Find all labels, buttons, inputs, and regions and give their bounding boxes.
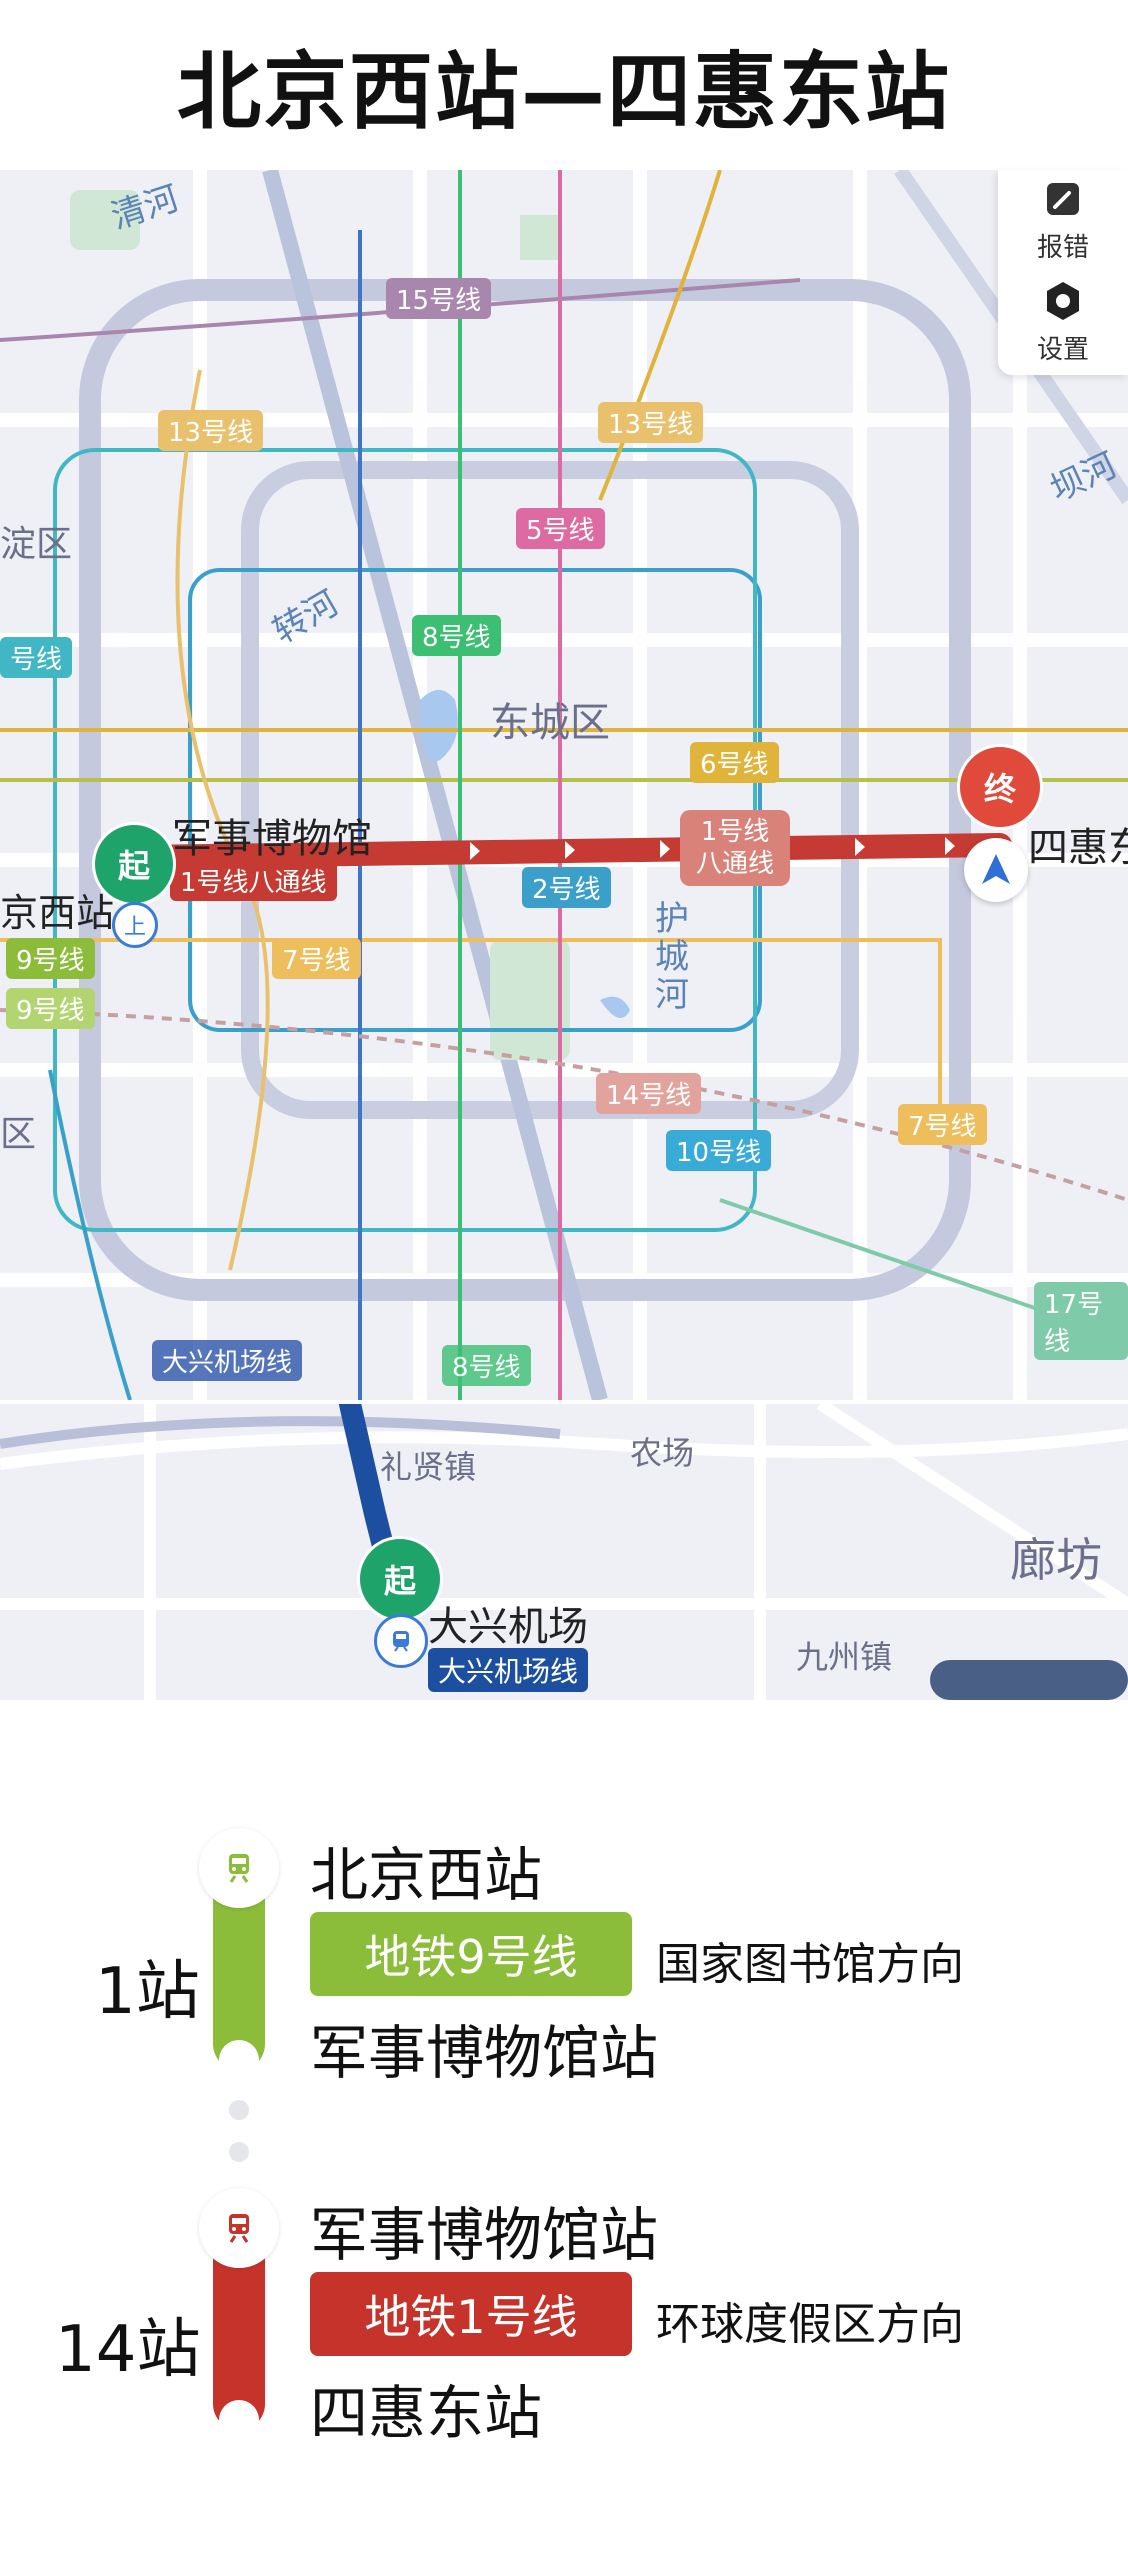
airport-station-label: 大兴机场: [428, 1604, 588, 1650]
district-label: 区: [0, 1114, 37, 1155]
map-scale-bar: [930, 1660, 1128, 1700]
segment-line-badge[interactable]: 地铁1号线: [310, 2272, 632, 2356]
start-station-label: 军事博物馆: [172, 816, 372, 862]
route-pill-line: 八通线: [695, 849, 774, 879]
page-title: 北京西站—四惠东站: [176, 42, 951, 141]
line-label: 号线: [0, 637, 73, 678]
segment-from-station: 军事博物馆站: [310, 2201, 659, 2269]
place-label: 九州镇: [796, 1638, 893, 1676]
line-label: 15号线: [386, 278, 492, 319]
line-label: 8号线: [412, 615, 501, 656]
map-side-panel: 报错 设置: [998, 170, 1128, 375]
gear-icon: [1047, 281, 1079, 320]
segment-from-station: 北京西站: [310, 1841, 543, 1909]
place-label: 礼贤镇: [380, 1448, 477, 1486]
report-button[interactable]: 报错: [998, 170, 1128, 270]
route-pill-line: 1号线: [700, 817, 770, 847]
line-label: 8号线: [442, 1345, 531, 1386]
river-label: 护城河: [655, 899, 689, 1015]
line-label: 6号线: [690, 742, 779, 783]
airport-start-badge-text: 起: [383, 1562, 416, 1600]
line-label: 7号线: [272, 938, 361, 979]
report-label: 报错: [1036, 232, 1089, 263]
district-label: 淀区: [0, 524, 73, 565]
segment-line-badge[interactable]: 地铁9号线: [310, 1912, 632, 1996]
route-summary: 北京西站 地铁9号线 国家图书馆方向 军事博物馆站 1站 军事博物馆站 地铁1号…: [0, 1700, 1128, 2560]
settings-button[interactable]: 设置: [998, 272, 1128, 372]
end-station-label: 四惠东: [1028, 825, 1128, 871]
line-label: 大兴机场线: [152, 1340, 303, 1381]
segment-stop-count: 14站: [55, 2313, 201, 2387]
start-marker[interactable]: 起: [92, 822, 176, 906]
edit-icon: [1047, 182, 1079, 215]
subway-icon: [199, 1828, 279, 1908]
district-label: 东城区: [490, 700, 610, 746]
transfer-dot: [229, 2142, 249, 2162]
place-label: 农场: [630, 1434, 695, 1472]
line-label: 9号线: [6, 938, 95, 979]
segment-end-dot: [219, 2040, 259, 2080]
segment-direction: 国家图书馆方向: [656, 1939, 964, 1990]
navigation-arrow-icon: [964, 838, 1028, 902]
line-label: 7号线: [898, 1104, 987, 1145]
segment-direction: 环球度假区方向: [656, 2299, 964, 2350]
line-label: 5号线: [516, 508, 605, 549]
start-left-station-label: 京西站: [0, 891, 115, 935]
transfer-dot: [229, 2100, 249, 2120]
segment-end-dot: [219, 2400, 259, 2440]
train-icon: [374, 1614, 428, 1668]
line-label: 13号线: [598, 402, 704, 443]
settings-label: 设置: [1036, 334, 1089, 365]
segment-to-station: 军事博物馆站: [310, 2019, 659, 2087]
start-badge-text: 起: [117, 847, 150, 885]
line-label: 17号线: [1034, 1282, 1128, 1360]
route-line-pill[interactable]: 1号线 八通线: [680, 810, 790, 886]
start-line-tag: 1号线八通线: [170, 860, 337, 901]
line-label: 9号线: [6, 988, 95, 1029]
subway-icon: [199, 2188, 279, 2268]
segment-to-station: 四惠东站: [310, 2379, 543, 2447]
route-map[interactable]: 东城区 淀区 区 清河 坝河 转河 护城河 15号线 13号线 13号线 5号线…: [0, 170, 1128, 1400]
line-label: 10号线: [666, 1130, 772, 1171]
line-label: 14号线: [596, 1073, 702, 1114]
segment-stop-count: 1站: [95, 1955, 200, 2029]
place-label: 廊坊: [1010, 1533, 1102, 1587]
transfer-marker[interactable]: 上: [112, 902, 158, 948]
transfer-badge-text: 上: [123, 915, 146, 940]
line-label: 2号线: [522, 867, 611, 908]
airport-map[interactable]: 礼贤镇 农场 九州镇 廊坊 起 大兴机场 大兴机场线: [0, 1404, 1128, 1700]
airport-line-tag: 大兴机场线: [428, 1648, 589, 1692]
line-label: 13号线: [158, 410, 264, 451]
end-badge-text: 终: [983, 770, 1016, 808]
